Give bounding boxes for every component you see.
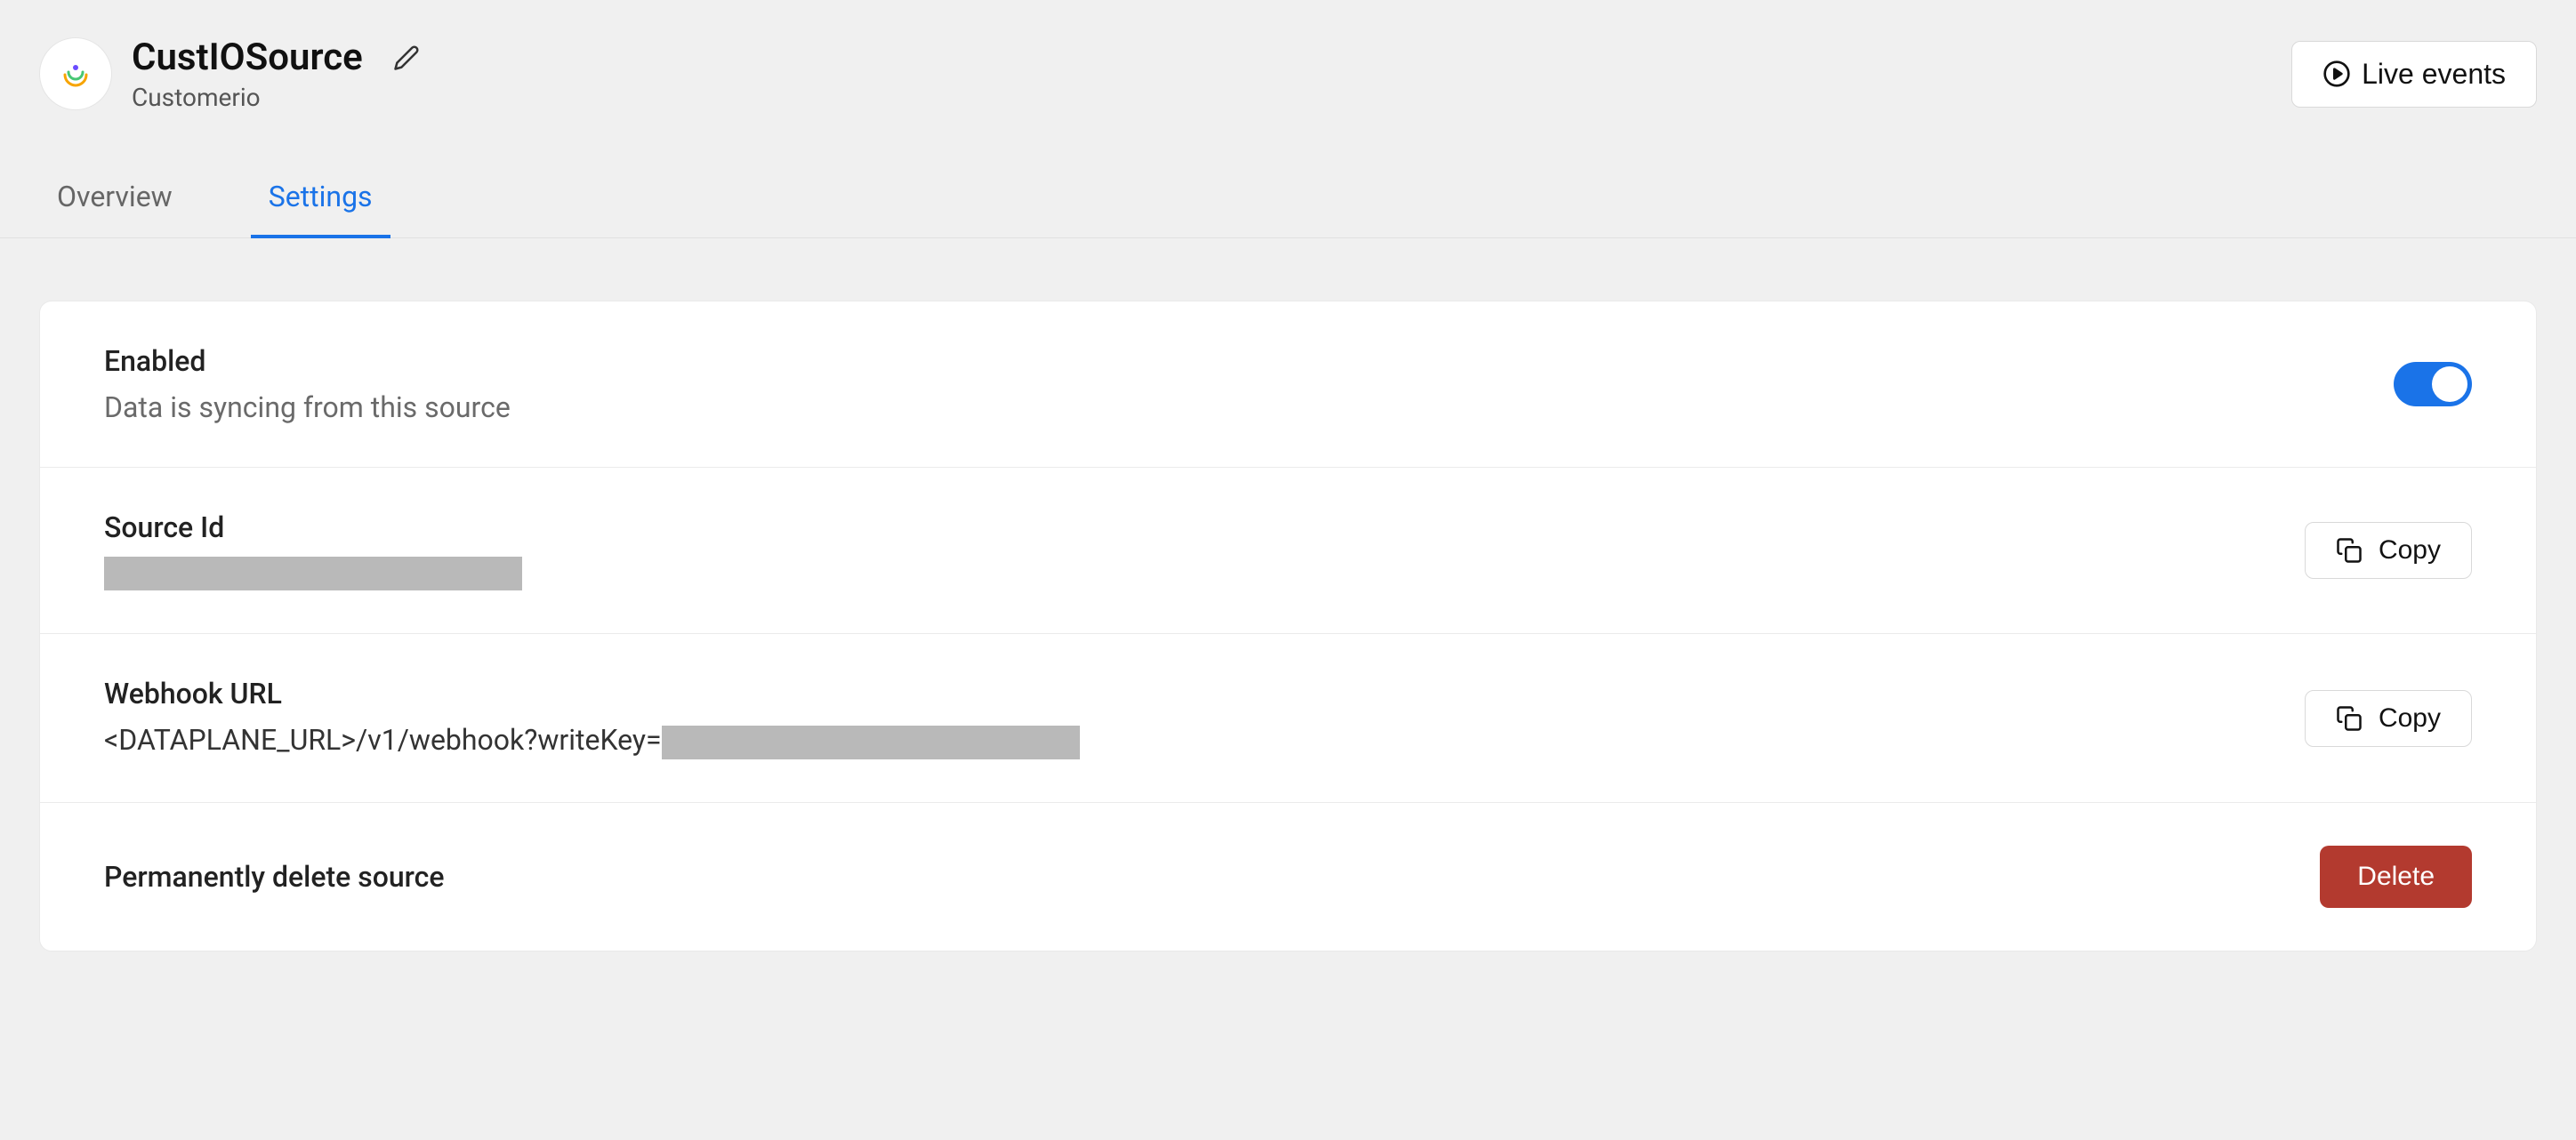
enabled-toggle[interactable] [2394,362,2472,406]
copy-webhook-button[interactable]: Copy [2305,690,2472,747]
toggle-knob [2432,366,2467,402]
copy-label: Copy [2379,703,2441,734]
webhook-url-prefix: <DATAPLANE_URL>/v1/webhook?writeKey= [104,723,662,757]
settings-card: Enabled Data is syncing from this source… [39,301,2537,951]
pencil-icon [393,44,420,71]
header-bar: CustIOSource Customerio Live events [0,18,2576,112]
webhook-title: Webhook URL [104,677,1080,710]
row-webhook: Webhook URL <DATAPLANE_URL>/v1/webhook?w… [40,634,2536,803]
page-subtitle: Customerio [132,83,425,112]
copy-source-id-button[interactable]: Copy [2305,522,2472,579]
tab-overview[interactable]: Overview [39,165,190,238]
live-events-button[interactable]: Live events [2291,41,2537,108]
tab-settings[interactable]: Settings [251,165,390,238]
source-logo [39,37,112,110]
delete-title: Permanently delete source [104,860,445,894]
page-title: CustIOSource [132,36,363,79]
play-circle-icon [2322,60,2351,88]
copy-icon [2336,537,2363,564]
delete-button[interactable]: Delete [2320,846,2472,908]
customerio-icon [60,59,91,89]
source-id-title: Source Id [104,510,522,544]
webhook-value: <DATAPLANE_URL>/v1/webhook?writeKey= [104,723,1080,759]
enabled-title: Enabled [104,344,511,378]
header-left: CustIOSource Customerio [39,36,425,112]
live-events-label: Live events [2362,58,2506,91]
enabled-desc: Data is syncing from this source [104,390,511,424]
edit-title-button[interactable] [388,39,425,76]
row-enabled: Enabled Data is syncing from this source [40,301,2536,468]
title-block: CustIOSource Customerio [132,36,425,112]
webhook-key-redacted [662,726,1080,759]
tabs: Overview Settings [0,165,2576,238]
copy-label: Copy [2379,535,2441,566]
copy-icon [2336,705,2363,732]
source-id-value-redacted [104,557,522,590]
row-source-id: Source Id Copy [40,468,2536,634]
row-delete: Permanently delete source Delete [40,803,2536,951]
